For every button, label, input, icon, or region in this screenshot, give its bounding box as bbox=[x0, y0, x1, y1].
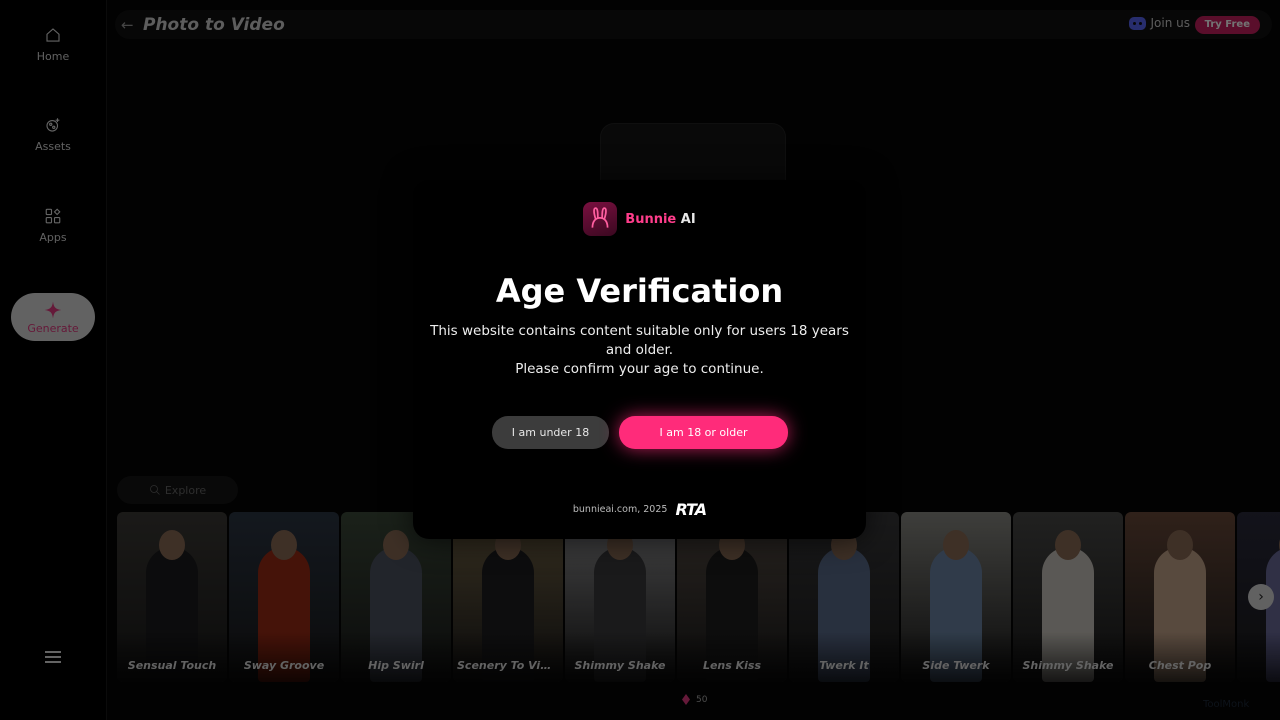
join-us-label: Join us bbox=[1150, 16, 1191, 30]
try-free-button[interactable]: Try Free bbox=[1194, 16, 1260, 34]
thumbnail-shade bbox=[453, 632, 563, 682]
template-thumbnail[interactable]: Side Twerk bbox=[901, 512, 1011, 682]
thumbnail-label: Lens Kiss bbox=[702, 659, 762, 672]
thumbnail-label: Hip Swirl bbox=[368, 659, 424, 672]
sidebar: Home Assets Apps Generate bbox=[0, 0, 107, 720]
credit-balance: 50 bbox=[682, 694, 707, 705]
sidebar-item-label: Home bbox=[36, 50, 70, 63]
credit-value: 50 bbox=[696, 694, 708, 705]
thumbnail-shade bbox=[901, 632, 1011, 682]
modal-message: This website contains content suitable o… bbox=[429, 322, 850, 379]
sidebar-item-assets[interactable]: Assets bbox=[0, 116, 106, 153]
generate-button[interactable]: Generate bbox=[11, 293, 95, 341]
sidebar-item-home[interactable]: Home bbox=[0, 26, 106, 63]
modal-footer: bunnieai.com, 2025 RTA bbox=[413, 500, 866, 519]
template-thumbnail[interactable]: Shimmy Shake bbox=[1013, 512, 1123, 682]
footer-copyright: bunnieai.com, 2025 bbox=[572, 504, 668, 515]
apps-icon bbox=[45, 208, 61, 224]
back-arrow-icon[interactable]: ← bbox=[121, 17, 137, 33]
discord-icon bbox=[1128, 16, 1146, 30]
thumbnail-head bbox=[943, 530, 969, 560]
thumbnail-shade bbox=[789, 632, 899, 682]
thumbnail-label: Scenery To Video bbox=[457, 659, 563, 672]
thumbnail-label: Hip bbox=[1237, 659, 1280, 672]
home-icon bbox=[46, 28, 60, 42]
app-root: Home Assets Apps Generate ← Photo to Vid… bbox=[0, 0, 1280, 720]
bunny-logo-icon bbox=[583, 202, 618, 236]
thumbnail-shade bbox=[117, 632, 227, 682]
thumbnail-label: Shimmy Shake bbox=[574, 659, 666, 672]
age-verification-modal: Bunnie AI Age Verification This website … bbox=[413, 180, 866, 539]
chevron-right-icon[interactable]: › bbox=[1248, 584, 1274, 610]
modal-title: Age Verification bbox=[495, 272, 784, 310]
thumbnail-head bbox=[1167, 530, 1193, 560]
thumbnail-head bbox=[1055, 530, 1081, 560]
thumbnail-shade bbox=[565, 632, 675, 682]
explore-search[interactable]: Explore bbox=[117, 476, 238, 504]
thumbnail-label: Side Twerk bbox=[922, 659, 990, 672]
under-18-button[interactable]: I am under 18 bbox=[492, 416, 609, 449]
sidebar-item-label: Assets bbox=[35, 140, 71, 153]
template-thumbnail[interactable]: Chest Pop bbox=[1125, 512, 1235, 682]
template-thumbnail[interactable]: Sway Groove bbox=[229, 512, 339, 682]
brand-name-pink: Bunnie bbox=[625, 211, 677, 227]
modal-message-line2: Please confirm your age to continue. bbox=[515, 361, 764, 377]
modal-message-line1: This website contains content suitable o… bbox=[430, 323, 849, 358]
explore-label: Explore bbox=[164, 483, 207, 497]
thumbnail-shade bbox=[1237, 632, 1280, 682]
thumbnail-shade bbox=[229, 632, 339, 682]
thumbnail-shade bbox=[1013, 632, 1123, 682]
sparkle-icon bbox=[44, 301, 62, 318]
over-18-button[interactable]: I am 18 or older bbox=[619, 416, 788, 449]
thumbnail-shade bbox=[1125, 632, 1235, 682]
thumbnail-label: Sensual Touch bbox=[127, 659, 217, 672]
brand-name-white: AI bbox=[676, 211, 696, 227]
join-us-link[interactable]: Join us bbox=[1128, 16, 1191, 30]
thumbnail-head bbox=[159, 530, 185, 560]
thumbnail-shade bbox=[341, 632, 451, 682]
thumbnail-head bbox=[271, 530, 297, 560]
search-icon bbox=[149, 485, 160, 495]
thumbnail-shade bbox=[677, 632, 787, 682]
thumbnail-label: Chest Pop bbox=[1148, 659, 1212, 672]
thumbnail-label: Twerk It bbox=[819, 659, 869, 672]
brand: Bunnie AI bbox=[413, 202, 866, 236]
sidebar-item-apps[interactable]: Apps bbox=[0, 207, 106, 244]
thumbnail-label: Shimmy Shake bbox=[1022, 659, 1114, 672]
hamburger-menu-icon[interactable] bbox=[45, 651, 61, 665]
thumbnail-label: Sway Groove bbox=[243, 659, 325, 672]
thumbnail-head bbox=[383, 530, 409, 560]
watermark: ToolMonk bbox=[1203, 699, 1250, 710]
brand-name: Bunnie AI bbox=[625, 212, 695, 227]
gem-icon bbox=[682, 694, 690, 705]
template-thumbnail[interactable]: Sensual Touch bbox=[117, 512, 227, 682]
assets-icon bbox=[46, 118, 60, 132]
page-title: Photo to Video bbox=[143, 14, 285, 35]
rta-logo: RTA bbox=[675, 500, 707, 519]
sidebar-item-label: Apps bbox=[39, 231, 67, 244]
top-bar: ← Photo to Video Join us Try Free bbox=[115, 10, 1272, 39]
generate-label: Generate bbox=[27, 321, 79, 335]
